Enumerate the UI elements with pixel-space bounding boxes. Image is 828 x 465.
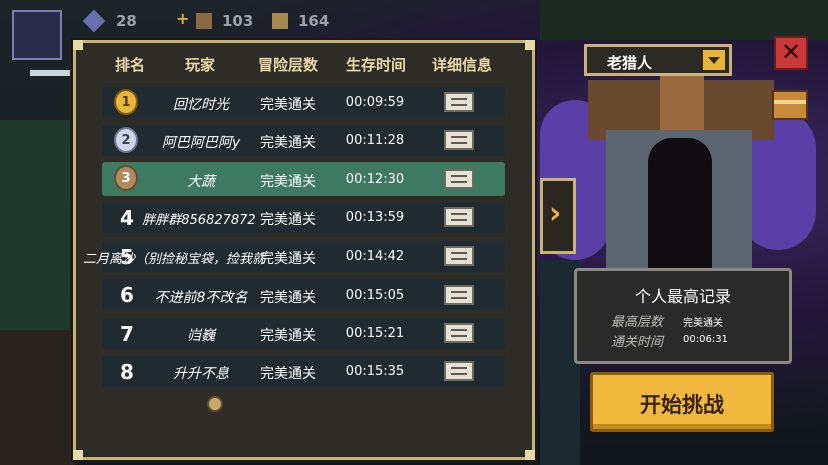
header-rank: 排名	[115, 56, 146, 74]
header-player: 玩家	[185, 56, 216, 74]
panel-corner	[73, 450, 83, 460]
bronze-medal-icon: 3	[114, 165, 138, 191]
coin-icon	[272, 13, 288, 29]
gold-medal-icon: 1	[114, 89, 138, 115]
time-value: 00:09:59	[345, 95, 405, 110]
floor-value: 完美通关	[260, 135, 316, 151]
material-icon	[196, 13, 212, 29]
rank-number: 8	[120, 360, 134, 384]
page-indicator-icon[interactable]	[207, 396, 223, 412]
silver-medal-icon: 2	[114, 127, 138, 153]
player-name: 二月离沙（别捡秘宝袋，捡我就	[83, 252, 266, 267]
start-challenge-button[interactable]: 开始挑战	[590, 372, 774, 432]
personal-record-box: 个人最高记录 最高层数 完美通关 通关时间 00:06:31	[574, 268, 792, 364]
panel-corner	[73, 40, 83, 50]
panel-corner	[525, 40, 535, 50]
material-count: 103	[222, 12, 254, 30]
coin-count: 164	[298, 12, 330, 30]
floor-value: 完美通关	[260, 174, 316, 190]
character-select[interactable]: 老猎人	[584, 44, 732, 76]
chevron-down-icon[interactable]	[703, 50, 725, 70]
record-floor-label: 最高层数	[611, 315, 664, 330]
chevron-right-icon: ›	[549, 196, 562, 231]
detail-button[interactable]	[444, 92, 474, 112]
next-arrow-button[interactable]: ›	[540, 178, 576, 254]
player-name: 不进前8不改名	[154, 290, 248, 306]
detail-button[interactable]	[444, 323, 474, 343]
rank-number: 7	[120, 322, 134, 346]
detail-button[interactable]	[444, 207, 474, 227]
header-detail: 详细信息	[432, 56, 493, 74]
detail-button[interactable]	[444, 169, 474, 189]
record-time-value: 00:06:31	[683, 334, 728, 345]
time-value: 00:13:59	[345, 210, 405, 225]
time-value: 00:11:28	[345, 133, 405, 148]
time-value: 00:15:05	[345, 288, 405, 303]
tower-door	[648, 138, 712, 270]
tree-decoration	[0, 120, 70, 340]
header-floor: 冒险层数	[258, 56, 319, 74]
character-name: 老猎人	[607, 54, 653, 72]
start-challenge-label: 开始挑战	[640, 393, 724, 417]
detail-button[interactable]	[444, 285, 474, 305]
plus-icon: +	[176, 9, 190, 28]
player-avatar[interactable]	[12, 10, 62, 60]
resource-bar: 28 + 103 164	[0, 0, 828, 60]
record-time-label: 通关时间	[611, 335, 664, 350]
player-name: 大蔬	[187, 174, 215, 190]
close-button[interactable]: ✕	[774, 36, 808, 70]
player-name: 阿巴阿巴阿y	[161, 135, 241, 151]
gem-icon	[82, 9, 106, 33]
snow-decoration	[30, 70, 70, 76]
player-name: 胖胖群856827872	[142, 213, 256, 228]
treasure-chest-icon[interactable]	[772, 90, 808, 120]
time-value: 00:15:35	[345, 364, 405, 379]
gem-count: 28	[116, 12, 137, 30]
detail-button[interactable]	[444, 130, 474, 150]
floor-value: 完美通关	[260, 97, 316, 113]
player-name: 回忆时光	[173, 97, 229, 113]
player-name: 岿巍	[187, 328, 215, 344]
detail-button[interactable]	[444, 361, 474, 381]
detail-button[interactable]	[444, 246, 474, 266]
player-name: 升升不息	[173, 366, 229, 382]
record-floor-value: 完美通关	[683, 318, 723, 329]
floor-value: 完美通关	[260, 212, 316, 228]
time-value: 00:15:21	[345, 326, 405, 341]
time-value: 00:14:42	[345, 249, 405, 264]
panel-corner	[525, 450, 535, 460]
rank-number: 6	[120, 283, 134, 307]
floor-value: 完美通关	[260, 251, 316, 267]
ground-decoration	[0, 330, 75, 465]
floor-value: 完美通关	[260, 290, 316, 306]
time-value: 00:12:30	[345, 172, 405, 187]
floor-value: 完美通关	[260, 328, 316, 344]
record-title: 个人最高记录	[634, 287, 731, 306]
header-time: 生存时间	[346, 56, 407, 74]
floor-value: 完美通关	[260, 366, 316, 382]
rank-number: 4	[120, 206, 134, 230]
